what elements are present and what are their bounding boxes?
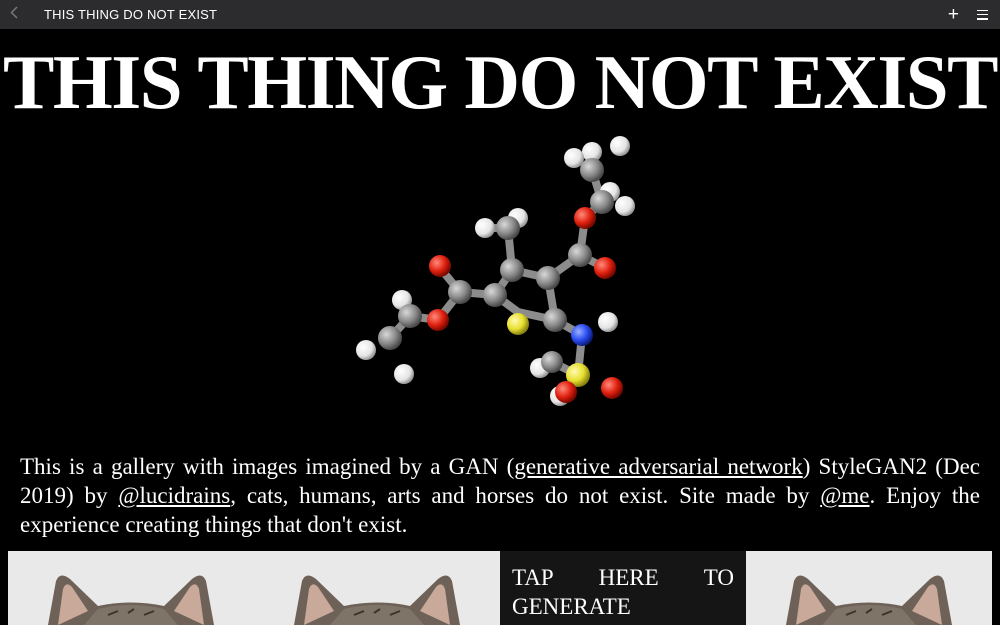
tab-title: THIS THING DO NOT EXIST (44, 7, 218, 22)
author-link[interactable]: @me (820, 483, 869, 508)
gan-link[interactable]: generative adversarial network (514, 454, 802, 479)
gallery-grid: TAP HERE TO GENERATE (8, 551, 992, 625)
molecule-image (356, 136, 635, 406)
hamburger-menu-icon[interactable] (977, 9, 988, 20)
gallery-image-cat[interactable] (254, 551, 500, 625)
plus-icon[interactable]: + (948, 5, 959, 24)
browser-toolbar: THIS THING DO NOT EXIST + (0, 0, 1000, 29)
intro-text: This is a gallery with images imagined b… (20, 454, 515, 479)
page-title: THIS THING DO NOT EXIST (3, 39, 998, 125)
generate-button[interactable]: TAP HERE TO GENERATE (500, 551, 746, 625)
gallery-image-cat[interactable] (746, 551, 992, 625)
intro-paragraph: This is a gallery with images imagined b… (20, 452, 980, 539)
gallery-image-cat[interactable] (8, 551, 254, 625)
lucidrains-link[interactable]: @lucidrains (118, 483, 230, 508)
intro-text: , cats, humans, arts and horses do not e… (230, 483, 821, 508)
generate-label: TAP HERE TO GENERATE (512, 565, 734, 619)
chevron-left-icon[interactable] (10, 6, 30, 23)
